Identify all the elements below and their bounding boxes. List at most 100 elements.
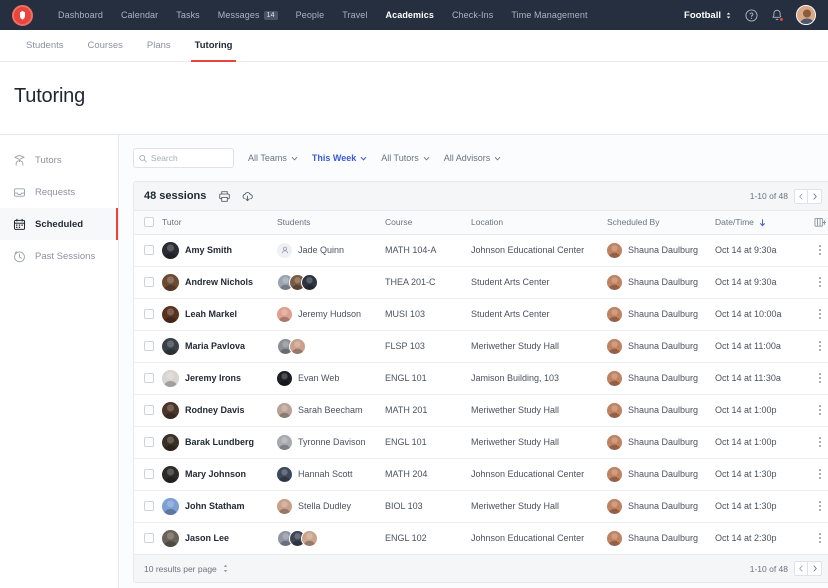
nav-item-people[interactable]: People: [287, 10, 334, 20]
row-checkbox[interactable]: [144, 245, 154, 255]
top-pagination: 1-10 of 48: [750, 189, 822, 204]
student-avatar: [277, 371, 292, 386]
table-row[interactable]: Maria PavlovaFLSP 103Meriwether Study Ha…: [134, 330, 828, 362]
team-logo[interactable]: [12, 5, 33, 26]
student-avatar-stack[interactable]: [277, 338, 385, 355]
filter-label: This Week: [312, 153, 356, 163]
row-menu-button[interactable]: [807, 533, 828, 543]
tutor-icon: [12, 153, 26, 167]
subnav-item-students[interactable]: Students: [14, 30, 76, 62]
row-menu-button[interactable]: [807, 405, 828, 415]
scheduler-name: Shauna Daulburg: [628, 405, 698, 415]
th-tutor[interactable]: Tutor: [162, 211, 277, 234]
team-selector[interactable]: Football: [684, 10, 732, 21]
prev-page-button-top[interactable]: [794, 189, 808, 204]
student-name: Stella Dudley: [298, 501, 351, 511]
student-avatar-stack[interactable]: [277, 274, 385, 291]
row-menu-button[interactable]: [807, 437, 828, 447]
select-all-checkbox[interactable]: [144, 217, 154, 227]
nav-item-check-ins[interactable]: Check-Ins: [443, 10, 502, 20]
filter-this-week[interactable]: This Week: [312, 153, 367, 163]
nav-item-travel[interactable]: Travel: [333, 10, 376, 20]
subnav-item-tutoring[interactable]: Tutoring: [183, 30, 245, 62]
page-title: Tutoring: [0, 62, 828, 108]
user-avatar[interactable]: [796, 5, 816, 25]
sessions-table: Tutor Students Course Location Scheduled…: [134, 211, 828, 554]
prev-page-button-bottom[interactable]: [794, 561, 808, 576]
row-checkbox[interactable]: [144, 533, 154, 543]
next-page-button-bottom[interactable]: [808, 561, 822, 576]
row-checkbox[interactable]: [144, 341, 154, 351]
student-avatar: [301, 530, 318, 547]
row-menu-button[interactable]: [807, 501, 828, 511]
table-row[interactable]: Rodney DavisSarah BeechamMATH 201Meriwet…: [134, 394, 828, 426]
nav-label: Travel: [342, 10, 367, 20]
row-select-cell: [134, 394, 162, 426]
cell-scheduled-by: Shauna Daulburg: [607, 522, 715, 554]
column-settings-button[interactable]: [807, 217, 828, 228]
row-checkbox[interactable]: [144, 469, 154, 479]
download-button[interactable]: [241, 190, 254, 203]
results-per-page-selector[interactable]: 10 results per page: [144, 564, 229, 574]
row-checkbox[interactable]: [144, 277, 154, 287]
nav-item-tasks[interactable]: Tasks: [167, 10, 209, 20]
sidebar-item-requests[interactable]: Requests: [0, 176, 118, 208]
subnav-item-courses[interactable]: Courses: [76, 30, 135, 62]
search-input[interactable]: [151, 153, 228, 163]
filter-all-advisors[interactable]: All Advisors: [444, 153, 502, 163]
th-date-time[interactable]: Date/Time: [715, 211, 807, 234]
row-checkbox[interactable]: [144, 309, 154, 319]
search-box[interactable]: [133, 148, 234, 168]
row-menu-button[interactable]: [807, 309, 828, 319]
row-select-cell: [134, 298, 162, 330]
next-page-button-top[interactable]: [808, 189, 822, 204]
th-scheduled-by[interactable]: Scheduled By: [607, 211, 715, 234]
row-menu-button[interactable]: [807, 245, 828, 255]
th-location[interactable]: Location: [471, 211, 607, 234]
table-row[interactable]: Jason LeeENGL 102Johnson Educational Cen…: [134, 522, 828, 554]
row-checkbox[interactable]: [144, 501, 154, 511]
nav-item-academics[interactable]: Academics: [377, 10, 443, 20]
tutor-name: Jason Lee: [185, 533, 229, 543]
subnav-label: Tutoring: [195, 40, 233, 51]
row-checkbox[interactable]: [144, 437, 154, 447]
filter-all-tutors[interactable]: All Tutors: [381, 153, 430, 163]
sidebar-item-past-sessions[interactable]: Past Sessions: [0, 240, 118, 272]
scheduler-avatar: [607, 339, 622, 354]
sessions-card: 48 sessions: [133, 181, 828, 583]
filter-all-teams[interactable]: All Teams: [248, 153, 298, 163]
student-avatar-stack[interactable]: [277, 530, 385, 547]
table-row[interactable]: Leah MarkelJeremy HudsonMUSI 103Student …: [134, 298, 828, 330]
row-menu-button[interactable]: [807, 469, 828, 479]
row-menu-button[interactable]: [807, 277, 828, 287]
nav-item-time-management[interactable]: Time Management: [502, 10, 596, 20]
scheduler-name: Shauna Daulburg: [628, 469, 698, 479]
table-row[interactable]: Barak LundbergTyronne DavisonENGL 101Mer…: [134, 426, 828, 458]
row-menu-button[interactable]: [807, 341, 828, 351]
nav-label: Tasks: [176, 10, 200, 20]
table-row[interactable]: Mary JohnsonHannah ScottMATH 204Johnson …: [134, 458, 828, 490]
table-row[interactable]: Andrew NicholsTHEA 201-CStudent Arts Cen…: [134, 266, 828, 298]
nav-item-messages[interactable]: Messages14: [209, 10, 287, 20]
th-course[interactable]: Course: [385, 211, 471, 234]
help-button[interactable]: [745, 9, 758, 22]
tutor-avatar: [162, 434, 179, 451]
row-checkbox[interactable]: [144, 373, 154, 383]
table-row[interactable]: John StathamStella DudleyBIOL 103Meriwet…: [134, 490, 828, 522]
table-row[interactable]: Jeremy IronsEvan WebENGL 101Jamison Buil…: [134, 362, 828, 394]
nav-item-dashboard[interactable]: Dashboard: [49, 10, 112, 20]
cell-course: MATH 104-A: [385, 234, 471, 266]
row-menu-button[interactable]: [807, 373, 828, 383]
th-students[interactable]: Students: [277, 211, 385, 234]
sidebar-item-scheduled[interactable]: Scheduled: [0, 208, 118, 240]
subnav-item-plans[interactable]: Plans: [135, 30, 183, 62]
scheduler-avatar: [607, 275, 622, 290]
nav-item-calendar[interactable]: Calendar: [112, 10, 167, 20]
scheduler-name: Shauna Daulburg: [628, 437, 698, 447]
tutor-name: Amy Smith: [185, 245, 232, 255]
table-row[interactable]: Amy SmithJade QuinnMATH 104-AJohnson Edu…: [134, 234, 828, 266]
sidebar-item-tutors[interactable]: Tutors: [0, 144, 118, 176]
notifications-button[interactable]: [771, 9, 783, 22]
print-button[interactable]: [218, 190, 231, 203]
row-checkbox[interactable]: [144, 405, 154, 415]
